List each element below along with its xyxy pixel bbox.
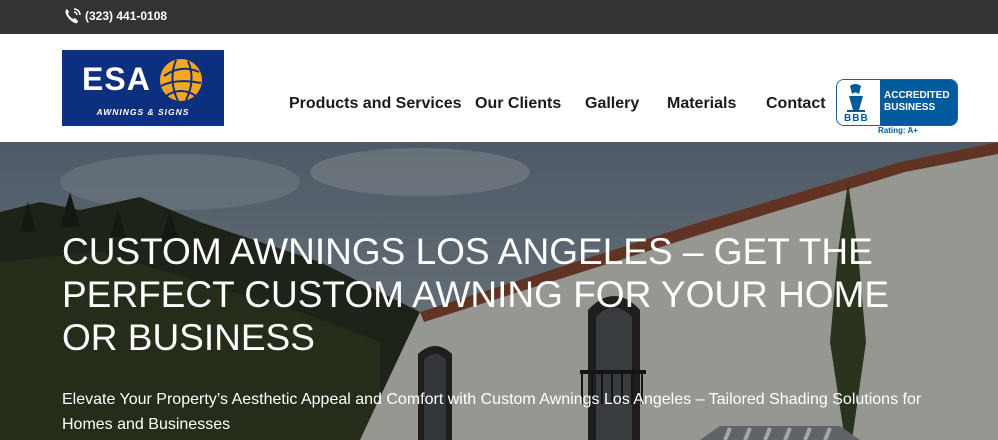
logo[interactable]: ESA AWNINGS & SIGNS xyxy=(62,50,224,126)
phone-number: (323) 441-0108 xyxy=(85,9,168,23)
bbb-accredited-text: ACCREDITED BUSINESS xyxy=(884,90,950,114)
nav-contact[interactable]: Contact xyxy=(766,95,826,117)
bbb-rating: Rating: A+ xyxy=(878,126,918,135)
bbb-logo-text: BBB xyxy=(844,113,869,124)
bbb-line1: ACCREDITED xyxy=(884,90,950,101)
bbb-accredited-badge[interactable]: BBB ACCREDITED BUSINESS xyxy=(836,79,958,126)
logo-tagline: AWNINGS & SIGNS xyxy=(96,107,190,117)
nav-products-and-services[interactable]: Products and Services xyxy=(289,95,462,117)
hero-title: CUSTOM AWNINGS LOS ANGELES – GET THE PER… xyxy=(62,231,890,358)
bbb-line2: BUSINESS xyxy=(884,102,936,113)
logo-name: ESA xyxy=(82,61,151,97)
nav-materials[interactable]: Materials xyxy=(667,95,736,117)
phone-icon xyxy=(63,7,83,25)
hero-section: CUSTOM AWNINGS LOS ANGELES – GET THE PER… xyxy=(0,142,998,440)
nav-gallery[interactable]: Gallery xyxy=(585,95,639,117)
esa-ball-icon xyxy=(160,59,202,102)
phone-link[interactable]: (323) 441-0108 xyxy=(63,7,167,25)
site-header: ESA AWNINGS & SIGNS Products and Service… xyxy=(0,34,998,142)
hero-subtitle: Elevate Your Property’s Aesthetic Appeal… xyxy=(62,391,922,433)
top-bar: (323) 441-0108 xyxy=(0,0,998,34)
nav-our-clients[interactable]: Our Clients xyxy=(475,95,561,117)
